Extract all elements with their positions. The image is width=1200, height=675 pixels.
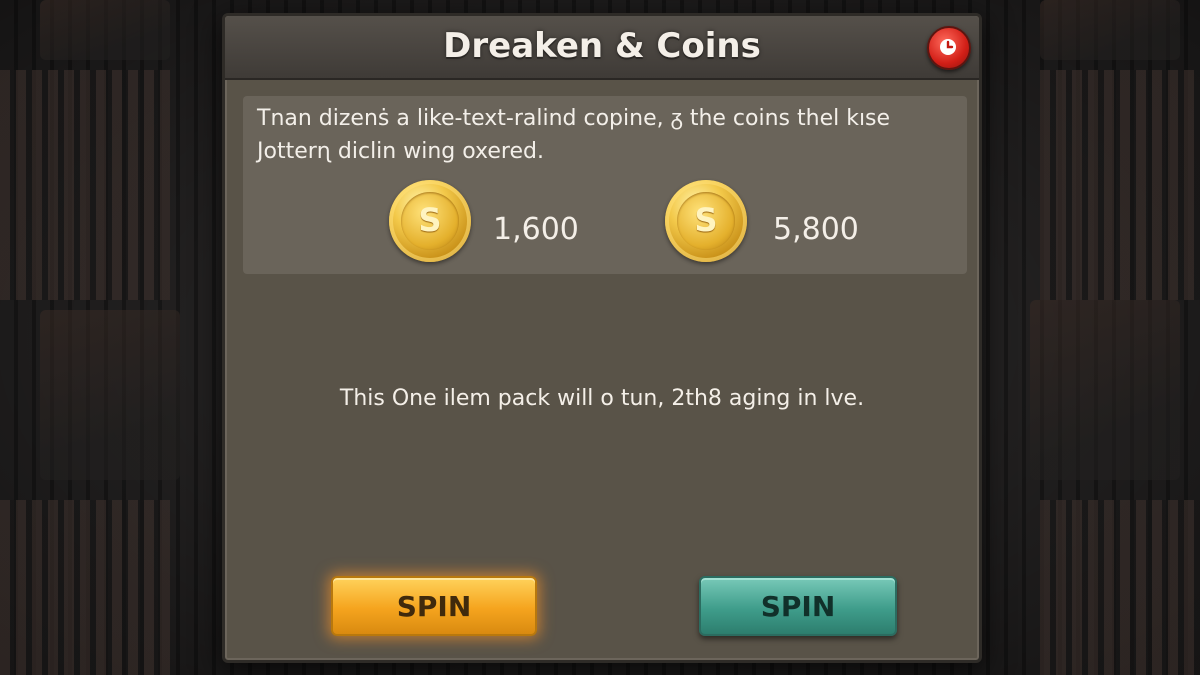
background-decor <box>1040 0 1180 60</box>
coin-symbol: S <box>418 201 442 239</box>
dialog-description: Tnan dizenṡ a like-text-ralind copine, ᵹ… <box>257 106 891 164</box>
background-decor <box>1030 300 1180 480</box>
background-decor <box>40 0 170 60</box>
info-panel: Tnan dizenṡ a like-text-ralind copine, ᵹ… <box>243 96 967 274</box>
dialog-titlebar: Dreaken & Coins <box>225 16 979 80</box>
spin-button-teal[interactable]: SPIN <box>699 576 897 636</box>
background-decor <box>1040 70 1200 300</box>
coin-amount-1: 1,600 <box>493 212 579 247</box>
coin-amount-2: 5,800 <box>773 212 859 247</box>
background-decor <box>0 70 170 300</box>
background-decor <box>1040 500 1200 675</box>
coin-face: S <box>677 192 735 250</box>
coins-dialog: Dreaken & Coins Tnan dizenṡ a like-text-… <box>222 13 982 663</box>
close-clock-icon <box>940 39 956 55</box>
spin-button-gold[interactable]: SPIN <box>331 576 537 636</box>
background-decor <box>40 310 180 480</box>
coin-face: S <box>401 192 459 250</box>
coin-symbol: S <box>694 201 718 239</box>
dollar-coin-icon: S <box>665 180 747 262</box>
dollar-coin-icon: S <box>389 180 471 262</box>
close-button[interactable] <box>927 26 971 70</box>
dialog-title: Dreaken & Coins <box>443 26 761 66</box>
background-decor <box>0 500 170 675</box>
pack-message: This One ilem pack will o tun, 2th8 agin… <box>339 386 865 411</box>
